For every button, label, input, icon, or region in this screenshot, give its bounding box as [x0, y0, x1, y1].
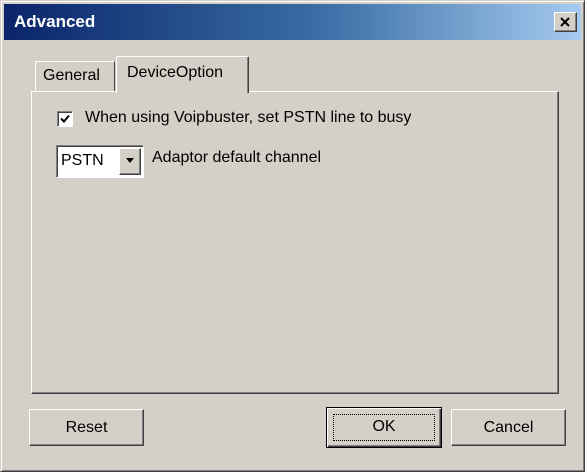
- channel-select[interactable]: PSTN: [56, 145, 144, 178]
- tab-general-label: General: [43, 67, 100, 84]
- reset-button-label: Reset: [65, 419, 108, 436]
- cancel-button-label: Cancel: [483, 419, 534, 436]
- reset-button[interactable]: Reset: [29, 409, 144, 446]
- tab-deviceoption[interactable]: DeviceOption: [116, 56, 249, 93]
- deviceoption-panel: When using Voipbuster, set PSTN line to …: [31, 91, 559, 394]
- chevron-down-icon: [126, 158, 134, 163]
- advanced-dialog: Advanced General DeviceOption When using…: [0, 0, 585, 472]
- channel-select-dropdown-button[interactable]: [119, 148, 141, 175]
- channel-select-value: PSTN: [61, 152, 104, 169]
- tab-deviceoption-label: DeviceOption: [127, 64, 224, 81]
- busy-checkbox[interactable]: [57, 111, 73, 127]
- ok-button[interactable]: OK: [326, 407, 442, 448]
- close-button[interactable]: [554, 12, 577, 32]
- window-title: Advanced: [14, 12, 96, 31]
- title-bar[interactable]: Advanced: [4, 4, 581, 40]
- ok-button-label: OK: [372, 418, 396, 435]
- cancel-button[interactable]: Cancel: [451, 409, 566, 446]
- busy-checkbox-label[interactable]: When using Voipbuster, set PSTN line to …: [85, 109, 411, 127]
- checkmark-icon: [60, 114, 70, 123]
- close-icon: [560, 17, 570, 27]
- channel-select-label: Adaptor default channel: [152, 149, 322, 166]
- tab-general[interactable]: General: [35, 61, 115, 91]
